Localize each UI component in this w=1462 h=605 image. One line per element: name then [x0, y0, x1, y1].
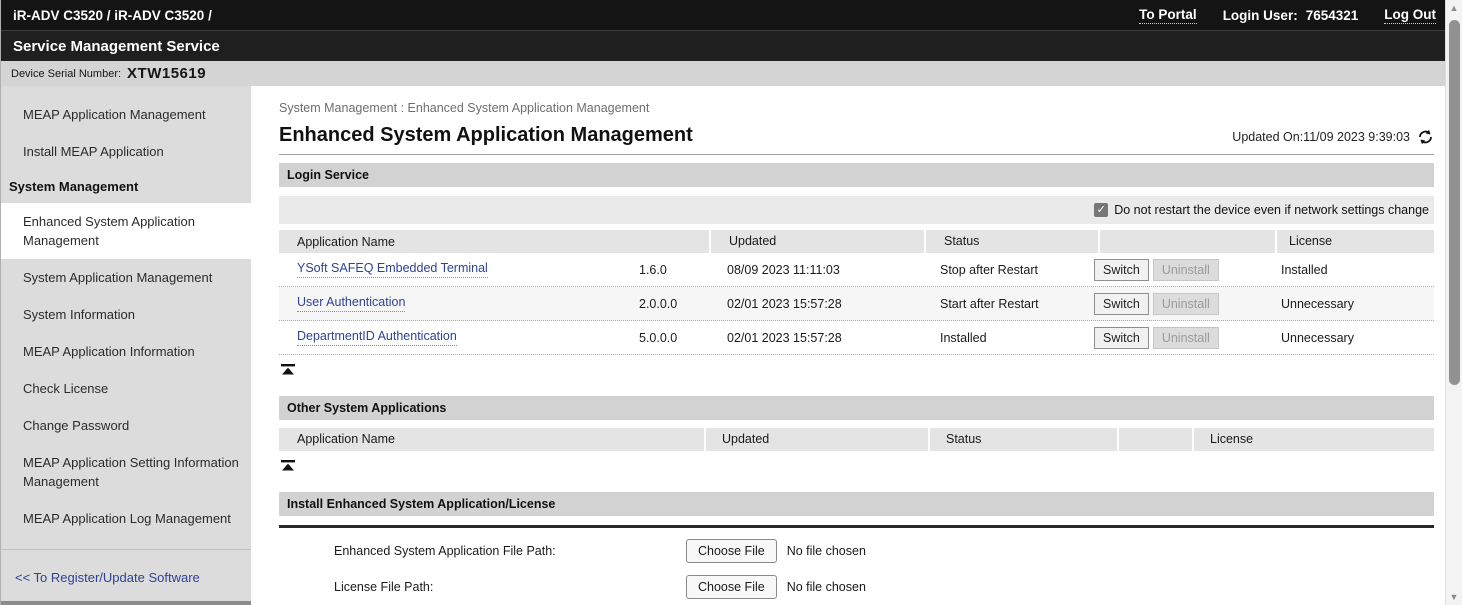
- col-application-name: Application Name: [279, 230, 709, 253]
- refresh-icon[interactable]: [1417, 129, 1434, 145]
- col-status: Status: [930, 428, 1117, 451]
- col-license: License: [1277, 230, 1434, 253]
- sidebar-item-enhanced-system-application-management[interactable]: Enhanced System Application Management: [1, 203, 251, 259]
- app-status: Stop after Restart: [922, 263, 1094, 277]
- uninstall-button: Uninstall: [1153, 293, 1219, 315]
- app-title-bar: Service Management Service: [1, 30, 1462, 61]
- log-out-link[interactable]: Log Out: [1384, 7, 1436, 24]
- col-status: Status: [926, 230, 1098, 253]
- scrollbar-thumb[interactable]: [1449, 20, 1460, 385]
- device-title: iR-ADV C3520 / iR-ADV C3520 /: [13, 8, 212, 23]
- col-updated: Updated: [706, 428, 928, 451]
- top-bar: iR-ADV C3520 / iR-ADV C3520 / To Portal …: [1, 0, 1462, 30]
- login-user-value: 7654321: [1306, 8, 1359, 23]
- app-license: Unnecessary: [1269, 331, 1434, 345]
- sidebar-item-change-password[interactable]: Change Password: [1, 407, 251, 444]
- scroll-to-top-icon[interactable]: [281, 362, 295, 380]
- license-file-path-row: License File Path: Choose File No file c…: [279, 574, 1434, 600]
- login-service-table-header: Application Name Updated Status License: [279, 230, 1434, 253]
- app-version: 2.0.0.0: [639, 297, 709, 311]
- app-version: 1.6.0: [639, 263, 709, 277]
- app-file-path-row: Enhanced System Application File Path: C…: [279, 538, 1434, 564]
- app-link-ysoft-safeq[interactable]: YSoft SAFEQ Embedded Terminal: [297, 261, 488, 278]
- sidebar-item-meap-application-information[interactable]: MEAP Application Information: [1, 333, 251, 370]
- breadcrumb: System Management : Enhanced System Appl…: [279, 101, 1434, 115]
- col-updated: Updated: [711, 230, 924, 253]
- app-file-path-label: Enhanced System Application File Path:: [279, 544, 686, 558]
- login-user-label: Login User:: [1223, 8, 1298, 23]
- no-restart-row: ✓ Do not restart the device even if netw…: [279, 196, 1434, 224]
- vertical-scrollbar[interactable]: ▲ ▼: [1445, 0, 1462, 605]
- serial-label: Device Serial Number:: [11, 68, 121, 80]
- scrollbar-up-icon[interactable]: ▲: [1450, 0, 1459, 16]
- login-user: Login User: 7654321: [1223, 8, 1359, 23]
- app-license: Installed: [1269, 263, 1434, 277]
- sidebar-item-check-license[interactable]: Check License: [1, 370, 251, 407]
- app-status: Installed: [922, 331, 1094, 345]
- sidebar-item-system-information[interactable]: System Information: [1, 296, 251, 333]
- other-apps-table-header: Application Name Updated Status License: [279, 428, 1434, 451]
- license-file-path-label: License File Path:: [279, 580, 686, 594]
- app-title: Service Management Service: [13, 38, 220, 55]
- serial-value: XTW15619: [127, 65, 206, 82]
- app-updated: 02/01 2023 15:57:28: [709, 297, 922, 311]
- serial-bar: Device Serial Number: XTW15619: [1, 61, 1462, 86]
- no-restart-checkbox[interactable]: ✓: [1094, 203, 1108, 217]
- sidebar-item-system-application-management[interactable]: System Application Management: [1, 259, 251, 296]
- col-actions: [1100, 230, 1275, 253]
- app-link-user-authentication[interactable]: User Authentication: [297, 295, 405, 312]
- sidebar-item-meap-application-setting-information-management[interactable]: MEAP Application Setting Information Man…: [1, 444, 251, 500]
- section-login-service: Login Service: [279, 163, 1434, 187]
- uninstall-button: Uninstall: [1153, 259, 1219, 281]
- uninstall-button: Uninstall: [1153, 327, 1219, 349]
- app-license: Unnecessary: [1269, 297, 1434, 311]
- app-status: Start after Restart: [922, 297, 1094, 311]
- scroll-to-top-icon[interactable]: [281, 458, 295, 476]
- switch-button[interactable]: Switch: [1094, 259, 1149, 281]
- sidebar-item-meap-application-management[interactable]: MEAP Application Management: [1, 96, 251, 133]
- sidebar: MEAP Application Management Install MEAP…: [1, 86, 251, 605]
- license-file-status: No file chosen: [787, 580, 866, 594]
- choose-file-button-application[interactable]: Choose File: [686, 539, 777, 563]
- login-service-table: Application Name Updated Status License …: [279, 230, 1434, 355]
- title-divider: [279, 154, 1434, 155]
- col-application-name: Application Name: [279, 428, 704, 451]
- main-content: System Management : Enhanced System Appl…: [251, 86, 1462, 605]
- app-updated: 08/09 2023 11:11:03: [709, 263, 922, 277]
- section-divider: [279, 525, 1434, 528]
- app-link-departmentid-authentication[interactable]: DepartmentID Authentication: [297, 329, 457, 346]
- app-updated: 02/01 2023 15:57:28: [709, 331, 922, 345]
- sidebar-item-install-meap-application[interactable]: Install MEAP Application: [1, 133, 251, 170]
- table-row: DepartmentID Authentication 5.0.0.0 02/0…: [279, 321, 1434, 355]
- register-update-software-link[interactable]: << To Register/Update Software: [1, 550, 251, 595]
- switch-button[interactable]: Switch: [1094, 327, 1149, 349]
- sms-window: iR-ADV C3520 / iR-ADV C3520 / To Portal …: [0, 0, 1462, 605]
- scrollbar-down-icon[interactable]: ▼: [1450, 589, 1459, 605]
- section-other-system-applications: Other System Applications: [279, 396, 1434, 420]
- col-license: License: [1194, 428, 1434, 451]
- updated-on-text: Updated On:11/09 2023 9:39:03: [1232, 130, 1410, 144]
- to-portal-link[interactable]: To Portal: [1139, 7, 1197, 24]
- no-restart-label: Do not restart the device even if networ…: [1114, 203, 1429, 217]
- choose-file-button-license[interactable]: Choose File: [686, 575, 777, 599]
- install-form: Enhanced System Application File Path: C…: [279, 538, 1434, 605]
- app-file-status: No file chosen: [787, 544, 866, 558]
- switch-button[interactable]: Switch: [1094, 293, 1149, 315]
- sidebar-item-meap-application-log-management[interactable]: MEAP Application Log Management: [1, 500, 251, 537]
- app-version: 5.0.0.0: [639, 331, 709, 345]
- sidebar-section-system-management: System Management: [1, 170, 251, 203]
- table-row: YSoft SAFEQ Embedded Terminal 1.6.0 08/0…: [279, 253, 1434, 287]
- page-title: Enhanced System Application Management: [279, 124, 693, 147]
- other-apps-table: Application Name Updated Status License: [279, 428, 1434, 451]
- section-install-enhanced-system-application: Install Enhanced System Application/Lice…: [279, 492, 1434, 516]
- col-blank: [1119, 428, 1192, 451]
- top-bar-right: To Portal Login User: 7654321 Log Out: [1139, 7, 1436, 24]
- table-row: User Authentication 2.0.0.0 02/01 2023 1…: [279, 287, 1434, 321]
